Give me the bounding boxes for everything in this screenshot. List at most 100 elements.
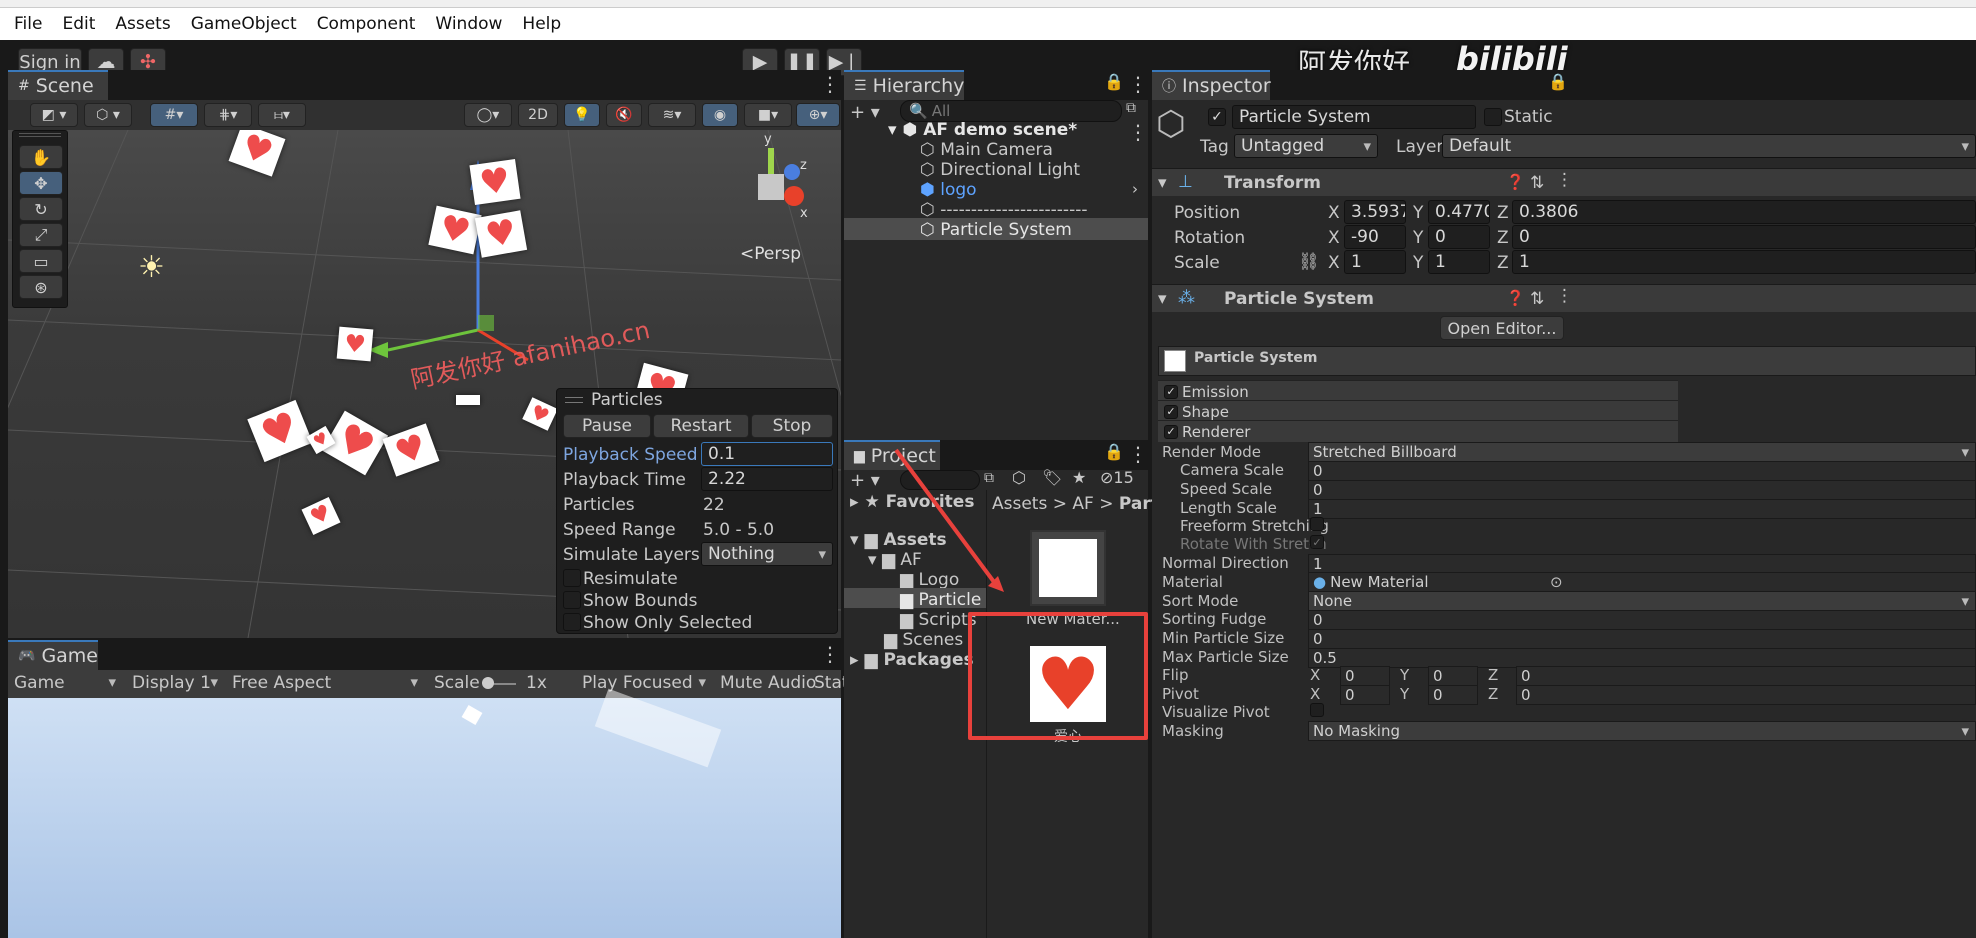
rotation-z-field[interactable]: 0 [1512, 225, 1976, 249]
visibility-toggle-icon[interactable]: ◉ [702, 103, 738, 127]
persp-label[interactable]: <Persp [740, 244, 801, 264]
hidden-count[interactable]: ⊘15 [1100, 468, 1134, 487]
project-search-input[interactable] [900, 470, 980, 490]
filter-type-icon[interactable]: ⬡ [1012, 468, 1026, 487]
presets-icon[interactable]: ⇅ [1530, 289, 1544, 309]
breadcrumb-assets[interactable]: Assets [992, 494, 1047, 514]
lighting-toggle-icon[interactable]: 💡 [564, 103, 600, 127]
display-dropdown[interactable]: Display 1 [132, 673, 224, 695]
2d-toggle[interactable]: 2D [518, 103, 558, 127]
rotation-y-field[interactable]: 0 [1428, 225, 1490, 249]
directional-light-icon[interactable]: ☀ [138, 250, 165, 285]
masking-dropdown[interactable]: No Masking [1308, 721, 1976, 741]
hierarchy-item-separator[interactable]: ⬡ ------------------------ [920, 200, 1087, 220]
rotate-tool-icon[interactable]: ↻ [19, 197, 63, 221]
flip-x-field[interactable]: 0 [1340, 666, 1390, 686]
playback-time-field[interactable]: 2.22 [701, 467, 833, 491]
playback-speed-field[interactable]: 0.1 [701, 442, 833, 466]
render-mode-dropdown[interactable]: Stretched Billboard [1308, 442, 1976, 462]
chevron-right-icon[interactable]: › [1132, 180, 1138, 198]
favorites-row[interactable]: ▸ ★ Favorites [850, 492, 974, 512]
emission-checkbox[interactable]: ✓ [1164, 384, 1178, 399]
menu-assets[interactable]: Assets [115, 14, 170, 34]
renderer-checkbox[interactable]: ✓ [1164, 424, 1178, 439]
min-particle-size-field[interactable]: 0 [1308, 629, 1976, 649]
create-asset-dropdown[interactable]: + ▾ [850, 470, 880, 491]
gizmo-y-axis[interactable] [768, 148, 774, 174]
static-checkbox[interactable] [1484, 108, 1502, 126]
tab-scene[interactable]: # Scene [8, 70, 108, 100]
active-checkbox[interactable]: ✓ [1208, 108, 1226, 126]
transform-tool-icon[interactable]: ⊛ [19, 275, 63, 299]
menu-window[interactable]: Window [435, 14, 502, 34]
folder-scripts[interactable]: ▆ Scripts [900, 610, 977, 630]
folder-logo[interactable]: ▆ Logo [900, 570, 959, 590]
help-icon[interactable]: ❓ [1506, 173, 1525, 191]
show-only-selected-checkbox[interactable] [563, 613, 581, 631]
tab-inspector[interactable]: ⓘ Inspector [1152, 70, 1271, 100]
effects-dropdown[interactable]: ≋▾ [648, 103, 696, 127]
component-menu-icon[interactable]: ⋮ [1556, 170, 1573, 190]
gizmo-x-axis[interactable] [784, 186, 804, 206]
project-menu-icon[interactable]: ⋮ [1128, 442, 1148, 466]
camera-scale-field[interactable]: 0 [1308, 461, 1976, 481]
pause-particles-button[interactable]: Pause [563, 414, 651, 438]
layer-dropdown[interactable]: Default [1442, 134, 1976, 158]
breadcrumb-af[interactable]: AF [1072, 494, 1093, 514]
scale-slider-handle[interactable] [482, 677, 494, 689]
scale-tool-icon[interactable]: ⤢ [19, 223, 63, 247]
renderer-module[interactable]: ✓ Renderer [1158, 420, 1678, 442]
expand-arrow-icon[interactable]: ▾ [868, 550, 882, 570]
favorite-star-icon[interactable]: ★ [1072, 468, 1086, 487]
normal-direction-field[interactable]: 1 [1308, 554, 1976, 574]
scene-options-icon[interactable]: ⋮ [1128, 120, 1148, 144]
draw-mode-dropdown[interactable]: ◩ ▾ [30, 103, 78, 127]
search-options-icon[interactable]: ⧉ [1126, 100, 1136, 116]
scale-y-field[interactable]: 1 [1428, 250, 1490, 274]
play-focused-dropdown[interactable]: Play Focused [582, 673, 712, 695]
expand-arrow-icon[interactable]: ▾ [850, 530, 864, 550]
folder-particle[interactable]: ▆ Particle [900, 590, 981, 610]
search-options-icon[interactable]: ⧉ [984, 470, 994, 486]
position-z-field[interactable]: 0.3806 [1512, 200, 1976, 224]
menu-gameobject[interactable]: GameObject [191, 14, 297, 34]
orientation-gizmo[interactable]: y x z [728, 132, 818, 234]
filter-label-icon[interactable]: 🏷 [1042, 468, 1062, 487]
sort-mode-dropdown[interactable]: None [1308, 591, 1976, 611]
material-field[interactable]: ● New Material [1308, 572, 1976, 592]
hierarchy-item-light[interactable]: ⬡ Directional Light [920, 160, 1080, 180]
create-dropdown[interactable]: + ▾ [850, 102, 880, 123]
ruler-dropdown[interactable]: ⧦▾ [258, 103, 306, 127]
tab-project[interactable]: ▆ Project [844, 440, 940, 470]
collapse-arrow-icon[interactable]: ▾ [1158, 289, 1167, 309]
tab-game[interactable]: 🎮 Game [8, 640, 98, 670]
overlay-drag-handle[interactable] [565, 397, 583, 403]
game-view-dropdown[interactable]: Game [14, 673, 122, 695]
camera-dropdown[interactable]: ■▾ [744, 103, 792, 127]
restart-particles-button[interactable]: Restart [653, 414, 749, 438]
object-name-field[interactable]: Particle System [1232, 105, 1476, 129]
tag-dropdown[interactable]: Untagged [1234, 134, 1378, 158]
position-y-field[interactable]: 0.4770 [1428, 200, 1490, 224]
folder-scenes[interactable]: ▆ Scenes [884, 630, 963, 650]
game-menu-icon[interactable]: ⋮ [820, 642, 840, 666]
gizmo-z-axis[interactable] [784, 164, 800, 180]
hierarchy-item-logo[interactable]: ⬢ logo [920, 180, 977, 200]
shape-checkbox[interactable]: ✓ [1164, 404, 1178, 419]
menu-edit[interactable]: Edit [62, 14, 95, 34]
max-particle-size-field[interactable]: 0.5 [1308, 648, 1976, 668]
game-viewport[interactable] [8, 688, 841, 938]
grid-snap-dropdown[interactable]: #▾ [150, 103, 198, 127]
asset-new-material[interactable] [1030, 530, 1106, 606]
scale-z-field[interactable]: 1 [1512, 250, 1976, 274]
mute-audio-toggle[interactable]: Mute Audio [720, 673, 816, 693]
gizmo-cube[interactable] [758, 174, 784, 200]
scene-menu-icon[interactable]: ⋮ [820, 72, 840, 96]
visualize-pivot-checkbox[interactable] [1310, 703, 1324, 717]
lock-icon[interactable]: 🔒 [1548, 72, 1568, 91]
stop-particles-button[interactable]: Stop [751, 414, 833, 438]
gizmos-dropdown[interactable]: ⊕▾ [796, 103, 840, 127]
tab-hierarchy[interactable]: ☰ Hierarchy [844, 70, 964, 100]
resimulate-checkbox[interactable] [563, 569, 581, 587]
rotation-x-field[interactable]: -90 [1344, 225, 1406, 249]
